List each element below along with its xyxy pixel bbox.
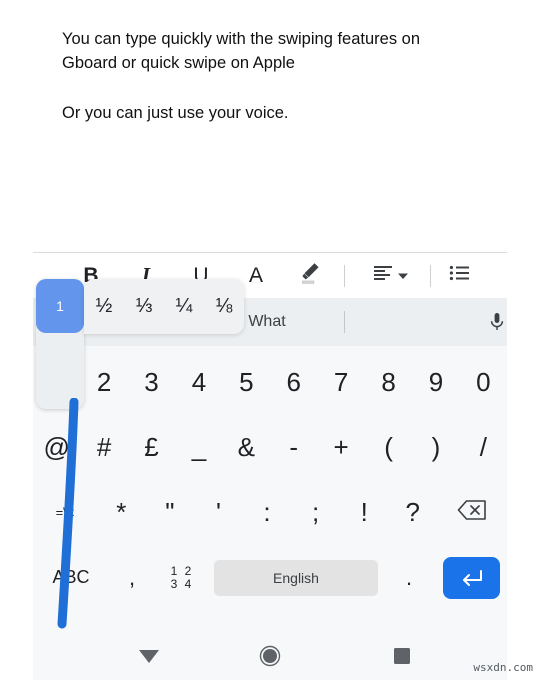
document-paragraph-2: Or you can just use your voice. (62, 104, 289, 122)
key-underscore[interactable]: _ (175, 415, 222, 480)
suggestion-2[interactable] (345, 298, 465, 346)
key-semicolon[interactable]: ; (291, 480, 340, 545)
key-single-quote[interactable]: ' (194, 480, 243, 545)
key-question[interactable]: ? (388, 480, 437, 545)
symbol-row-1: @ # £ _ & - + ( ) / (33, 415, 507, 480)
key-slash[interactable]: / (460, 415, 507, 480)
key-exclamation[interactable]: ! (340, 480, 389, 545)
key-2[interactable]: 2 (80, 350, 127, 415)
text-color-label: A (248, 264, 263, 287)
number-row: 1 2 3 4 5 6 7 8 9 0 (33, 350, 507, 415)
bottom-row: ABC , 1 2 3 4 English . (33, 545, 507, 610)
fraction-popup: ½ ⅓ ¼ ⅛ (84, 279, 244, 334)
key-3[interactable]: 3 (128, 350, 175, 415)
key-6[interactable]: 6 (270, 350, 317, 415)
key-hyphen[interactable]: - (270, 415, 317, 480)
numpad-top-label: 1 2 (170, 563, 194, 578)
key-4[interactable]: 4 (175, 350, 222, 415)
key-asterisk[interactable]: * (97, 480, 146, 545)
bulleted-list-button[interactable] (433, 253, 487, 298)
toolbar-divider-2 (430, 265, 431, 287)
key-comma[interactable]: , (109, 545, 155, 610)
key-spacebar[interactable]: English (209, 545, 383, 610)
on-screen-keyboard: What 1 2 3 4 5 6 7 8 9 0 @ # £ (33, 298, 507, 680)
key-paren-open[interactable]: ( (365, 415, 412, 480)
microphone-icon[interactable] (485, 310, 509, 334)
key-preview-label: 1 (36, 279, 84, 333)
spacebar-label: English (214, 559, 378, 596)
fraction-option-third[interactable]: ⅓ (124, 295, 164, 318)
key-at[interactable]: @ (33, 415, 80, 480)
numpad-bottom-label: 3 4 (170, 576, 194, 591)
document-paragraph-1: You can type quickly with the swiping fe… (62, 30, 421, 72)
key-5[interactable]: 5 (223, 350, 270, 415)
fraction-option-quarter[interactable]: ¼ (164, 295, 204, 318)
key-more-symbols[interactable]: =\< (33, 480, 97, 545)
key-double-quote[interactable]: " (146, 480, 195, 545)
key-plus[interactable]: + (317, 415, 364, 480)
key-ampersand[interactable]: & (223, 415, 270, 480)
key-period[interactable]: . (383, 545, 435, 610)
align-left-icon (373, 263, 395, 288)
symbol-row-2: =\< * " ' : ; ! ? (33, 480, 507, 545)
highlighter-icon (299, 260, 323, 291)
key-paren-close[interactable]: ) (412, 415, 459, 480)
key-9[interactable]: 9 (412, 350, 459, 415)
watermark: wsxdn.com (473, 661, 533, 674)
key-pound[interactable]: £ (128, 415, 175, 480)
back-triangle-icon[interactable] (119, 632, 179, 680)
android-nav-bar (33, 632, 507, 680)
bulleted-list-icon (449, 263, 471, 288)
key-preview-popup: 1 (36, 279, 84, 409)
key-abc-switch[interactable]: ABC (33, 545, 109, 610)
highlighter-button[interactable] (291, 253, 331, 298)
key-8[interactable]: 8 (365, 350, 412, 415)
home-circle-icon[interactable] (240, 632, 300, 680)
key-backspace[interactable] (437, 480, 507, 545)
key-enter[interactable] (435, 545, 507, 610)
text-align-button[interactable] (363, 253, 417, 298)
fraction-option-eighth[interactable]: ⅛ (204, 295, 244, 318)
key-7[interactable]: 7 (317, 350, 364, 415)
recents-square-icon[interactable] (372, 632, 432, 680)
key-0[interactable]: 0 (460, 350, 507, 415)
key-hash[interactable]: # (80, 415, 127, 480)
chevron-down-icon (397, 267, 408, 285)
key-numpad-switch[interactable]: 1 2 3 4 (155, 545, 209, 610)
fraction-option-half[interactable]: ½ (84, 295, 124, 318)
document-text-area[interactable]: You can type quickly with the swiping fe… (0, 0, 540, 250)
backspace-icon (457, 497, 487, 528)
enter-arrow-icon (442, 556, 500, 599)
key-colon[interactable]: : (243, 480, 292, 545)
key-grid: 1 2 3 4 5 6 7 8 9 0 @ # £ _ & - + ( ) / … (33, 346, 507, 632)
toolbar-divider-1 (344, 265, 345, 287)
